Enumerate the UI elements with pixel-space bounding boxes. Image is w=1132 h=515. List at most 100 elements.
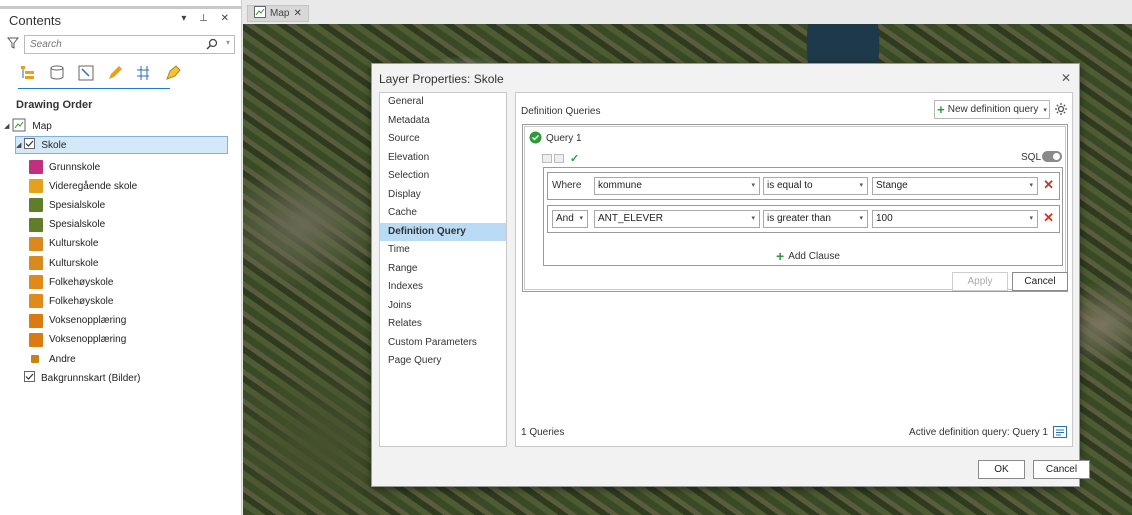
tree-item-label: Andre bbox=[49, 353, 76, 365]
tree-item-map[interactable]: ◢ Map bbox=[4, 117, 52, 135]
tree-item-symbol-class[interactable]: Voksenopplæring bbox=[29, 331, 126, 349]
chevron-down-icon[interactable]: ▾ bbox=[1043, 106, 1047, 114]
pane-window-controls[interactable]: ▾ ⊥ ✕ bbox=[181, 13, 234, 24]
collapse-triangle-icon[interactable]: ◢ bbox=[4, 122, 9, 130]
move-left-icon[interactable] bbox=[542, 154, 552, 163]
layer-visibility-checkbox[interactable] bbox=[24, 371, 35, 385]
tree-item-symbol-class[interactable]: Grunnskole bbox=[29, 158, 100, 176]
tree-item-symbol-class[interactable]: Voksenopplæring bbox=[29, 312, 126, 330]
apply-button[interactable]: Apply bbox=[952, 272, 1008, 291]
school-symbol-icon bbox=[29, 294, 43, 309]
operator-dropdown[interactable]: is greater than ▾ bbox=[763, 210, 868, 228]
field-dropdown[interactable]: kommune ▾ bbox=[594, 177, 760, 195]
nav-item-joins[interactable]: Joins bbox=[380, 297, 506, 316]
tree-item-symbol-class[interactable]: Videregående skole bbox=[29, 177, 137, 195]
field-dropdown[interactable]: ANT_ELEVER ▾ bbox=[594, 210, 760, 228]
nav-item-cache[interactable]: Cache bbox=[380, 204, 506, 223]
tree-item-symbol-class[interactable]: Kulturskole bbox=[29, 254, 98, 272]
contents-header: Contents ▾ ⊥ ✕ bbox=[0, 6, 242, 28]
map-tab-bar: Map ✕ bbox=[243, 0, 1132, 24]
chevron-down-icon: ▾ bbox=[1029, 182, 1033, 189]
nav-item-display[interactable]: Display bbox=[380, 186, 506, 205]
plus-icon: + bbox=[776, 248, 785, 264]
search-options-chevron-icon[interactable]: ▾ bbox=[226, 38, 230, 47]
nav-item-time[interactable]: Time bbox=[380, 241, 506, 260]
tab-map[interactable]: Map ✕ bbox=[247, 5, 309, 22]
dialog-title: Layer Properties: Skole bbox=[379, 72, 504, 86]
gear-icon[interactable] bbox=[1054, 102, 1068, 119]
value-dropdown[interactable]: Stange ▾ bbox=[872, 177, 1038, 195]
query-card: Query 1 ✓ SQL Where kommune ▾ is equal to… bbox=[522, 124, 1068, 292]
school-symbol-icon bbox=[29, 179, 43, 194]
search-box[interactable]: ▾ bbox=[24, 35, 235, 54]
operator-dropdown[interactable]: is equal to ▾ bbox=[763, 177, 868, 195]
square-symbol-icon bbox=[31, 355, 39, 363]
field-value: kommune bbox=[598, 180, 642, 191]
tree-item-symbol-class[interactable]: Spesialskole bbox=[29, 216, 105, 234]
data-source-icon[interactable] bbox=[47, 63, 67, 83]
sql-toggle-label: SQL bbox=[1021, 152, 1042, 163]
nav-item-general[interactable]: General bbox=[380, 93, 506, 112]
school-symbol-icon bbox=[29, 217, 43, 232]
chevron-down-icon: ▾ bbox=[579, 215, 583, 222]
value-dropdown[interactable]: 100 ▾ bbox=[872, 210, 1038, 228]
search-input[interactable] bbox=[25, 36, 195, 53]
editing-pencil-icon[interactable] bbox=[105, 63, 125, 83]
query-mode-buttons: ✓ bbox=[542, 152, 579, 165]
nav-item-definition-query[interactable]: Definition Query bbox=[380, 222, 506, 241]
tree-item-skole[interactable]: ◢ Skole bbox=[15, 136, 228, 154]
filter-icon[interactable] bbox=[6, 37, 20, 52]
tree-item-symbol-class[interactable]: Spesialskole bbox=[29, 196, 105, 214]
tree-item-label: Bakgrunnskart (Bilder) bbox=[41, 372, 141, 384]
chevron-down-icon: ▾ bbox=[859, 215, 863, 222]
labeling-icon[interactable] bbox=[163, 63, 183, 83]
verify-check-icon[interactable]: ✓ bbox=[570, 152, 579, 165]
nav-item-relates[interactable]: Relates bbox=[380, 315, 506, 334]
school-symbol-icon bbox=[29, 198, 43, 213]
query-list-icon[interactable] bbox=[1053, 426, 1067, 441]
selection-icon[interactable] bbox=[76, 63, 96, 83]
ok-button[interactable]: OK bbox=[978, 460, 1025, 479]
query-active-check-icon bbox=[529, 131, 542, 147]
tree-item-symbol-class[interactable]: Folkehøyskole bbox=[29, 273, 113, 291]
nav-item-range[interactable]: Range bbox=[380, 260, 506, 279]
layer-visibility-checkbox[interactable] bbox=[24, 138, 36, 152]
search-icon[interactable] bbox=[206, 38, 218, 53]
drawing-order-icon[interactable] bbox=[18, 63, 38, 83]
sql-toggle[interactable] bbox=[1042, 151, 1062, 162]
tree-item-bakgrunnskart[interactable]: Bakgrunnskart (Bilder) bbox=[24, 369, 140, 387]
query-name: Query 1 bbox=[546, 133, 582, 144]
new-definition-query-button[interactable]: + New definition query ▾ bbox=[934, 100, 1050, 119]
nav-item-page-query[interactable]: Page Query bbox=[380, 352, 506, 371]
tree-item-label: Kulturskole bbox=[49, 257, 99, 269]
nav-item-metadata[interactable]: Metadata bbox=[380, 112, 506, 131]
remove-clause-icon[interactable]: ✕ bbox=[1043, 177, 1054, 193]
school-symbol-icon bbox=[29, 160, 43, 174]
close-icon[interactable]: ✕ bbox=[1061, 71, 1071, 85]
school-symbol-icon bbox=[29, 313, 43, 328]
operator-value: is equal to bbox=[767, 180, 813, 191]
move-right-icon[interactable] bbox=[554, 154, 564, 163]
nav-item-indexes[interactable]: Indexes bbox=[380, 278, 506, 297]
nav-item-elevation[interactable]: Elevation bbox=[380, 149, 506, 168]
field-value: ANT_ELEVER bbox=[598, 213, 664, 224]
close-icon[interactable]: ✕ bbox=[293, 8, 301, 19]
cancel-button[interactable]: Cancel bbox=[1033, 460, 1090, 479]
query-cancel-button[interactable]: Cancel bbox=[1012, 272, 1068, 291]
tree-item-symbol-class[interactable]: Andre bbox=[29, 350, 76, 368]
remove-clause-icon[interactable]: ✕ bbox=[1043, 210, 1054, 226]
add-clause-button[interactable]: + Add Clause bbox=[776, 248, 840, 264]
collapse-triangle-icon[interactable]: ◢ bbox=[16, 141, 21, 149]
add-clause-label: Add Clause bbox=[788, 250, 840, 262]
contents-toolbar bbox=[18, 63, 183, 87]
tree-item-symbol-class[interactable]: Folkehøyskole bbox=[29, 292, 113, 310]
nav-item-custom-parameters[interactable]: Custom Parameters bbox=[380, 334, 506, 353]
tree-item-label: Grunnskole bbox=[49, 161, 101, 173]
contents-title: Contents bbox=[9, 13, 62, 28]
connector-dropdown[interactable]: And ▾ bbox=[552, 210, 588, 228]
nav-item-selection[interactable]: Selection bbox=[380, 167, 506, 186]
tree-item-symbol-class[interactable]: Kulturskole bbox=[29, 235, 98, 253]
clause-connector: Where bbox=[552, 180, 582, 191]
nav-item-source[interactable]: Source bbox=[380, 130, 506, 149]
snapping-icon[interactable] bbox=[134, 63, 154, 83]
